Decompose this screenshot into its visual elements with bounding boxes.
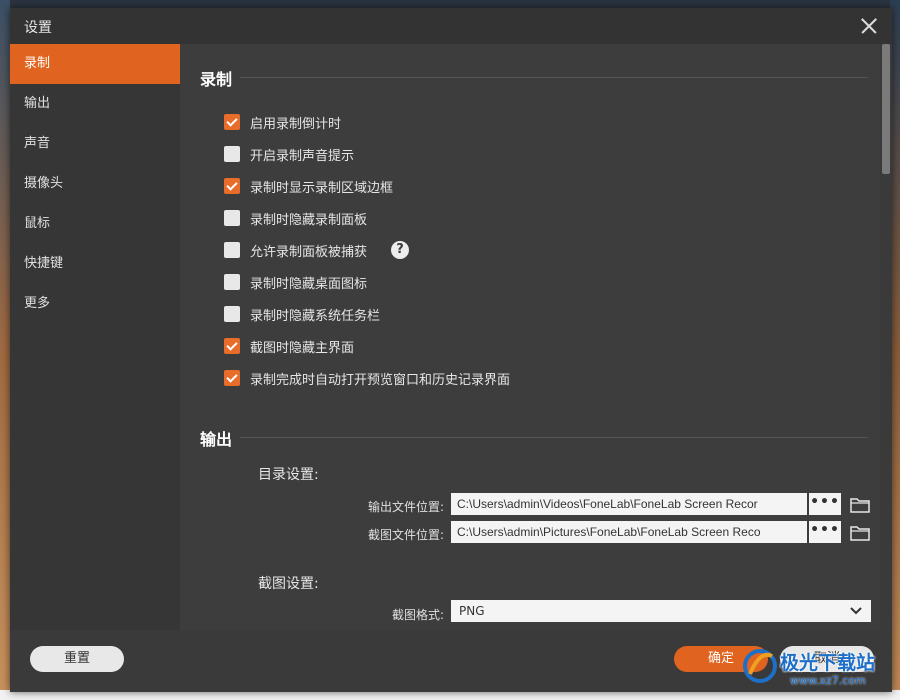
- section-title-record: 录制: [200, 70, 233, 89]
- directory-settings-title: 目录设置:: [258, 467, 319, 483]
- screenshot-path-input[interactable]: [451, 521, 807, 543]
- screenshot-format-value: PNG: [459, 604, 485, 618]
- option-label: 开启录制声音提示: [250, 148, 355, 164]
- option-label: 录制时显示录制区域边框: [250, 180, 394, 196]
- section-divider: [240, 77, 868, 78]
- screenshot-path-browse-button[interactable]: •••: [809, 521, 841, 543]
- checkbox-hide-taskbar[interactable]: [224, 306, 240, 322]
- checkbox-countdown[interactable]: [224, 114, 240, 130]
- option-label: 启用录制倒计时: [250, 116, 342, 132]
- sidebar: 录制 输出 声音 摄像头 鼠标 快捷键 更多: [10, 44, 180, 630]
- checkbox-hide-desktop-icons[interactable]: [224, 274, 240, 290]
- dialog-title: 设置: [24, 20, 52, 36]
- option-label: 录制时隐藏录制面板: [250, 212, 368, 228]
- checkbox-show-border[interactable]: [224, 178, 240, 194]
- screenshot-path-label: 截图文件位置:: [367, 528, 444, 542]
- output-folder-icon[interactable]: [850, 497, 870, 513]
- option-auto-open-preview: 录制完成时自动打开预览窗口和历史记录界面: [224, 368, 510, 388]
- chevron-down-icon: [850, 607, 862, 615]
- option-allow-capture: 允许录制面板被捕获 ?: [224, 240, 410, 260]
- section-divider: [240, 437, 868, 438]
- title-bar: 设置: [10, 8, 892, 44]
- dialog-footer: 重置 确定 取消: [10, 630, 892, 692]
- option-countdown: 启用录制倒计时: [224, 112, 341, 132]
- option-hide-panel: 录制时隐藏录制面板: [224, 208, 367, 228]
- sidebar-item-more[interactable]: 更多: [10, 284, 180, 324]
- option-label: 录制完成时自动打开预览窗口和历史记录界面: [250, 372, 511, 388]
- output-path-browse-button[interactable]: •••: [809, 493, 841, 515]
- ok-button[interactable]: 确定: [674, 646, 768, 672]
- checkbox-sound-prompt[interactable]: [224, 146, 240, 162]
- sidebar-item-mouse[interactable]: 鼠标: [10, 204, 180, 244]
- close-icon[interactable]: [856, 13, 882, 39]
- checkbox-auto-open-preview[interactable]: [224, 370, 240, 386]
- output-path-label: 输出文件位置:: [367, 500, 444, 514]
- sidebar-item-record[interactable]: 录制: [10, 44, 180, 84]
- option-show-border: 录制时显示录制区域边框: [224, 176, 393, 196]
- screenshot-format-select[interactable]: PNG: [451, 600, 871, 622]
- settings-content: 录制 启用录制倒计时 开启录制声音提示 录制时显示录制区域边框 录制时隐藏录制面…: [180, 44, 880, 630]
- sidebar-item-output[interactable]: 输出: [10, 84, 180, 124]
- option-label: 录制时隐藏系统任务栏: [250, 308, 381, 324]
- checkbox-hide-main-on-screenshot[interactable]: [224, 338, 240, 354]
- option-hide-desktop-icons: 录制时隐藏桌面图标: [224, 272, 367, 292]
- sidebar-item-hotkeys[interactable]: 快捷键: [10, 244, 180, 284]
- help-icon[interactable]: ?: [391, 241, 410, 259]
- option-hide-taskbar: 录制时隐藏系统任务栏: [224, 304, 380, 324]
- checkbox-hide-panel[interactable]: [224, 210, 240, 226]
- settings-dialog: 设置 录制 输出 声音 摄像头 鼠标 快捷键 更多 录制 启用录制倒计时 开启录…: [10, 8, 892, 692]
- content-scrollbar[interactable]: [880, 44, 892, 630]
- option-label: 截图时隐藏主界面: [250, 340, 355, 356]
- section-title-output: 输出: [200, 430, 233, 449]
- option-label: 录制时隐藏桌面图标: [250, 276, 368, 292]
- option-label: 允许录制面板被捕获: [250, 244, 368, 260]
- scrollbar-thumb[interactable]: [882, 44, 890, 174]
- option-sound-prompt: 开启录制声音提示: [224, 144, 354, 164]
- cancel-button[interactable]: 取消: [780, 646, 874, 672]
- sidebar-item-audio[interactable]: 声音: [10, 124, 180, 164]
- screenshot-folder-icon[interactable]: [850, 525, 870, 541]
- option-hide-main-on-screenshot: 截图时隐藏主界面: [224, 336, 354, 356]
- reset-button[interactable]: 重置: [30, 646, 124, 672]
- background-left: [0, 0, 10, 700]
- output-path-input[interactable]: [451, 493, 807, 515]
- screenshot-format-label: 截图格式:: [391, 608, 444, 622]
- checkbox-allow-capture[interactable]: [224, 242, 240, 258]
- sidebar-item-camera[interactable]: 摄像头: [10, 164, 180, 204]
- screenshot-settings-title: 截图设置:: [258, 576, 319, 592]
